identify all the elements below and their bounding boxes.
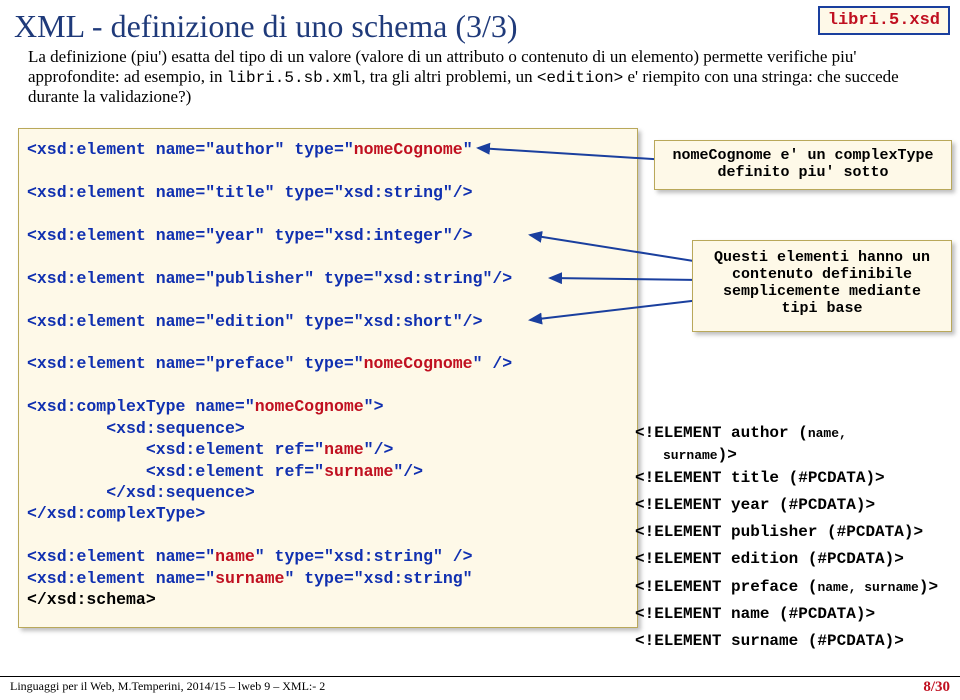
code-line: <xsd:sequence> [27, 418, 629, 439]
slide-title: XML - definizione di uno schema (3/3) [0, 0, 960, 47]
dtd-line: <!ELEMENT name (#PCDATA)> [635, 601, 955, 628]
note-text: definito piu' sotto [659, 164, 947, 181]
note-text: semplicemente mediante [697, 283, 947, 300]
dtd-small: surname [663, 448, 718, 463]
code-line: <xsd:element ref=" [27, 440, 324, 459]
note-text: contenuto definibile [697, 266, 947, 283]
code-keyword: surname [324, 462, 393, 481]
note-text: tipi base [697, 300, 947, 317]
code-keyword: nomeCognome [255, 397, 364, 416]
code-line: </xsd:schema> [27, 589, 629, 610]
footer-left: Linguaggi per il Web, M.Temperini, 2014/… [10, 679, 325, 696]
footer: Linguaggi per il Web, M.Temperini, 2014/… [0, 676, 960, 700]
code-line: <xsd:element name="preface" type=" [27, 354, 364, 373]
annotation-note-1: nomeCognome e' un complexType definito p… [654, 140, 952, 190]
intro-text-2: , tra gli altri problemi, un [361, 67, 537, 86]
code-line: <xsd:complexType name=" [27, 397, 255, 416]
dtd-line: <!ELEMENT edition (#PCDATA)> [635, 546, 955, 573]
dtd-small: name, [808, 426, 847, 441]
code-keyword: nomeCognome [364, 354, 473, 373]
code-line: <xsd:element name=" [27, 547, 215, 566]
code-line: <xsd:element name="title" type="xsd:stri… [27, 182, 629, 203]
code-line: "/> [393, 462, 423, 481]
intro-mono-2: <edition> [537, 69, 623, 87]
code-line: " type="xsd:string" [284, 569, 472, 588]
code-line: <xsd:element name="publisher" type="xsd:… [27, 268, 629, 289]
code-keyword: nomeCognome [354, 140, 463, 159]
code-keyword: name [215, 547, 255, 566]
code-line: <xsd:element name="year" type="xsd:integ… [27, 225, 629, 246]
dtd-line: <!ELEMENT surname (#PCDATA)> [635, 628, 955, 655]
intro-paragraph: La definizione (piu') esatta del tipo di… [0, 47, 960, 110]
dtd-line: )> [718, 446, 737, 464]
code-line: <xsd:element name=" [27, 569, 215, 588]
dtd-small: name, surname [817, 580, 918, 595]
page-number: 8/30 [923, 679, 950, 696]
code-box: <xsd:element name="author" type="nomeCog… [18, 128, 638, 628]
dtd-column: <!ELEMENT author (name, surname)> <!ELEM… [635, 420, 955, 655]
dtd-line: <!ELEMENT author ( [635, 424, 808, 442]
code-line: </xsd:sequence> [27, 482, 629, 503]
note-text: Questi elementi hanno un [697, 249, 947, 266]
dtd-line: <!ELEMENT year (#PCDATA)> [635, 492, 955, 519]
code-line: </xsd:complexType> [27, 503, 629, 524]
code-line: "/> [364, 440, 394, 459]
code-line: " [463, 140, 473, 159]
intro-mono-1: libri.5.sb.xml [227, 69, 361, 87]
code-keyword: name [324, 440, 364, 459]
annotation-note-2: Questi elementi hanno un contenuto defin… [692, 240, 952, 332]
code-line: " /> [473, 354, 513, 373]
file-badge: libri.5.xsd [818, 6, 950, 35]
note-text: nomeCognome e' un complexType [659, 147, 947, 164]
dtd-line: <!ELEMENT publisher (#PCDATA)> [635, 519, 955, 546]
code-line: " type="xsd:string" /> [255, 547, 473, 566]
code-line: <xsd:element name="author" type=" [27, 140, 354, 159]
dtd-line: )> [919, 578, 938, 596]
code-keyword: surname [215, 569, 284, 588]
dtd-line: <!ELEMENT title (#PCDATA)> [635, 465, 955, 492]
code-line: "> [364, 397, 384, 416]
code-line: <xsd:element ref=" [27, 462, 324, 481]
code-line: <xsd:element name="edition" type="xsd:sh… [27, 311, 629, 332]
dtd-line: <!ELEMENT preface ( [635, 578, 817, 596]
